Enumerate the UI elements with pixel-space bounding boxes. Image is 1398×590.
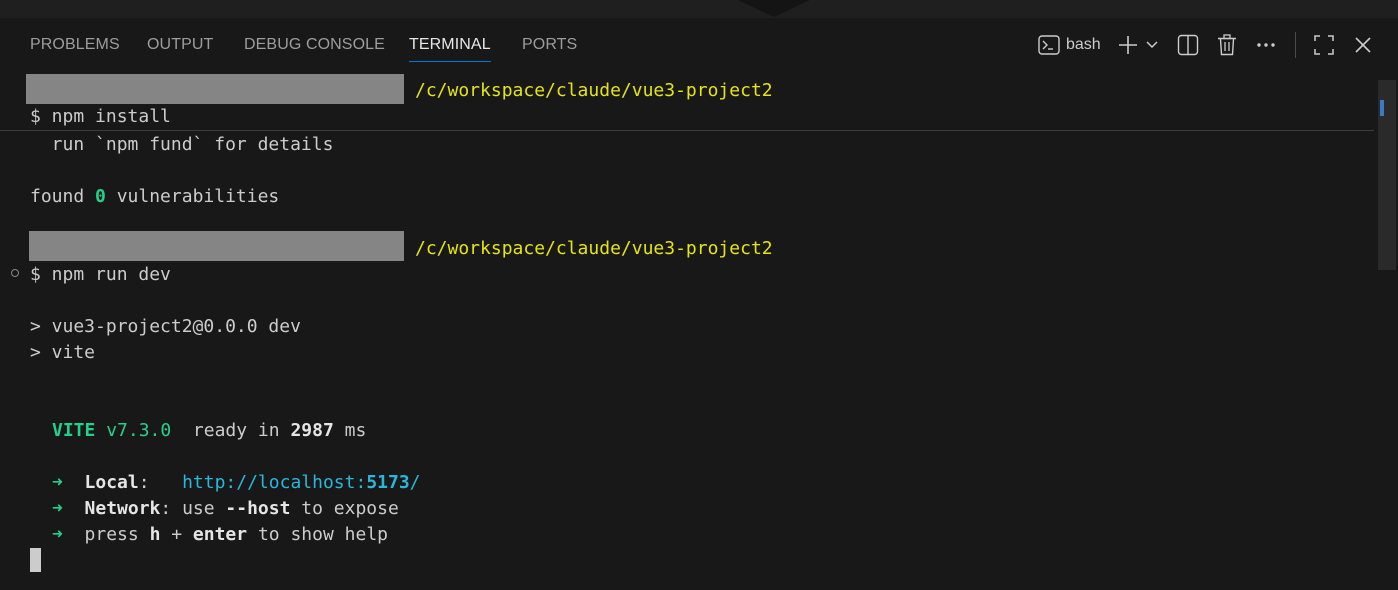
tab-problems[interactable]: PROBLEMS — [30, 36, 120, 54]
prompt-path: /c/workspace/claude/vue3-project2 — [415, 80, 773, 101]
new-terminal-button[interactable] — [1118, 32, 1138, 58]
command-center-notch — [738, 0, 810, 17]
more-actions-button[interactable] — [1256, 32, 1276, 58]
toolbar-separator — [1295, 32, 1296, 58]
trash-icon — [1218, 34, 1236, 56]
terminal-output[interactable]: /c/workspace/claude/vue3-project2 $ npm … — [0, 72, 1376, 590]
tab-ports[interactable]: PORTS — [522, 36, 577, 54]
tab-debug-console[interactable]: DEBUG CONSOLE — [244, 36, 385, 54]
terminal-name: bash — [1066, 36, 1101, 53]
tab-output[interactable]: OUTPUT — [147, 36, 213, 54]
plus-icon — [1119, 36, 1137, 54]
maximize-panel-button[interactable] — [1314, 32, 1334, 58]
output-line: run `npm fund` for details — [30, 134, 334, 155]
arrow-icon: ➜ — [52, 498, 63, 519]
output-line: > vue3-project2@0.0.0 dev — [30, 316, 301, 337]
split-terminal-button[interactable] — [1177, 32, 1199, 58]
local-url-line: ➜ Local: http://localhost:5173/ — [52, 472, 421, 493]
title-strip — [0, 0, 1398, 18]
command-line: $ npm run dev — [30, 264, 171, 285]
prompt-path: /c/workspace/claude/vue3-project2 — [415, 238, 773, 259]
kill-terminal-button[interactable] — [1216, 32, 1238, 58]
redacted-user-host — [29, 231, 404, 261]
network-line: ➜ Network: use --host to expose — [52, 498, 399, 519]
help-line: ➜ press h + enter to show help — [52, 524, 388, 545]
chevron-down-icon — [1146, 41, 1158, 49]
close-icon — [1355, 37, 1371, 53]
local-url-link[interactable]: http://localhost:5173/ — [182, 472, 420, 493]
arrow-icon: ➜ — [52, 472, 63, 493]
close-panel-button[interactable] — [1354, 32, 1372, 58]
split-icon — [1177, 34, 1199, 56]
launch-profile-button[interactable] — [1145, 32, 1159, 58]
terminal-icon — [1038, 35, 1060, 55]
panel-tab-bar: PROBLEMS OUTPUT DEBUG CONSOLE TERMINAL P… — [0, 18, 1398, 72]
terminal-cursor — [30, 548, 41, 572]
command-line: $ npm install — [30, 106, 171, 127]
output-line: > vite — [30, 342, 96, 363]
terminal-instance-button[interactable]: bash — [1038, 32, 1101, 58]
terminal-scrollbar[interactable] — [1376, 72, 1398, 590]
scrollbar-marker — [1380, 100, 1384, 116]
maximize-icon — [1314, 35, 1334, 55]
more-icon — [1257, 43, 1275, 47]
command-decorator-icon[interactable] — [11, 269, 19, 277]
tab-terminal[interactable]: TERMINAL — [409, 36, 491, 62]
redacted-user-host — [26, 74, 404, 104]
output-line: found 0 vulnerabilities — [30, 186, 280, 207]
sticky-scroll-divider — [0, 130, 1374, 131]
arrow-icon: ➜ — [52, 524, 63, 545]
vite-ready-line: VITE v7.3.0 ready in 2987 ms — [52, 420, 367, 441]
